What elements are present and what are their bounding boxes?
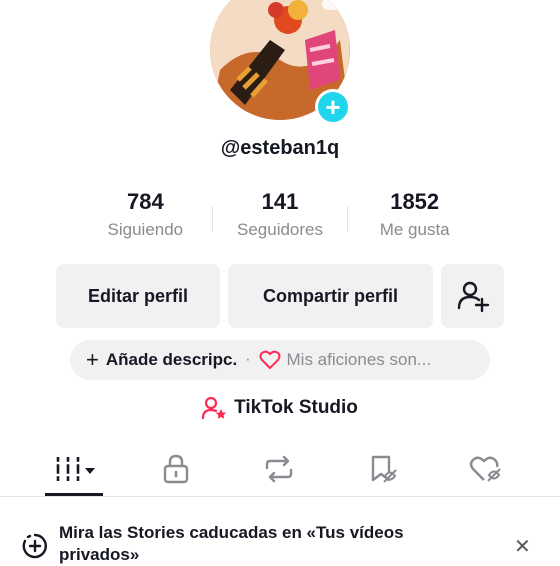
stat-likes-value: 1852: [390, 189, 440, 214]
plus-icon: +: [86, 347, 99, 372]
edit-profile-button[interactable]: Editar perfil: [56, 264, 220, 328]
stat-followers-label: Seguidores: [237, 220, 324, 239]
add-bio-label: Añade descripc.: [105, 350, 238, 369]
stat-divider: [347, 206, 348, 232]
stat-likes[interactable]: 1852 Me gusta: [347, 186, 482, 250]
tab-videos[interactable]: [44, 444, 104, 494]
share-profile-button[interactable]: Compartir perfil: [228, 264, 433, 328]
stat-following-value: 784: [126, 189, 164, 214]
liked-heart-icon: [469, 456, 501, 482]
bio-chips: + Añade descripc. · Mis aficiones son...: [70, 340, 490, 380]
studio-user-star-icon: [202, 396, 227, 420]
chip-separator: ·: [245, 351, 251, 368]
tab-favorites[interactable]: [353, 444, 413, 494]
stat-following[interactable]: 784 Siguiendo: [78, 186, 213, 250]
tab-reposts[interactable]: [249, 444, 309, 494]
stat-divider: [212, 206, 213, 232]
stories-banner[interactable]: Mira las Stories caducadas en «Tus vídeo…: [0, 522, 560, 564]
lock-icon: [163, 454, 189, 484]
stat-followers[interactable]: 141 Seguidores: [213, 186, 348, 250]
stories-banner-text: Mira las Stories caducadas en «Tus vídeo…: [59, 523, 404, 564]
add-bio-chip[interactable]: + Añade descripc.: [86, 347, 237, 373]
close-banner-button[interactable]: ✕: [514, 534, 531, 559]
stat-followers-value: 141: [261, 189, 299, 214]
tab-liked[interactable]: [456, 444, 516, 494]
add-friends-button[interactable]: [441, 264, 504, 328]
add-avatar-button[interactable]: +: [315, 89, 351, 125]
tiktok-studio-link[interactable]: TikTok Studio: [0, 396, 560, 420]
share-profile-label: Compartir perfil: [262, 285, 399, 306]
plus-icon: +: [325, 92, 341, 122]
tab-private[interactable]: [146, 444, 206, 494]
videos-grid-icon: [54, 457, 95, 481]
add-user-icon: [457, 281, 489, 313]
edit-profile-label: Editar perfil: [87, 285, 189, 306]
hobbies-label: Mis aficiones son...: [286, 350, 432, 369]
repost-icon: [265, 455, 293, 483]
close-icon: ✕: [514, 536, 531, 558]
stat-following-label: Siguiendo: [107, 220, 184, 239]
bookmark-icon: [371, 455, 397, 483]
story-add-icon: [22, 533, 47, 559]
studio-label: TikTok Studio: [234, 397, 358, 418]
username: @esteban1q: [220, 137, 340, 159]
heart-outline-icon: [259, 350, 281, 370]
profile-stats: 784 Siguiendo 141 Seguidores 1852 Me gus…: [78, 186, 482, 250]
tabs-divider: [0, 496, 560, 497]
profile-tabs: [0, 444, 560, 496]
stat-likes-label: Me gusta: [379, 220, 450, 239]
hobbies-chip[interactable]: Mis aficiones son...: [259, 350, 432, 370]
